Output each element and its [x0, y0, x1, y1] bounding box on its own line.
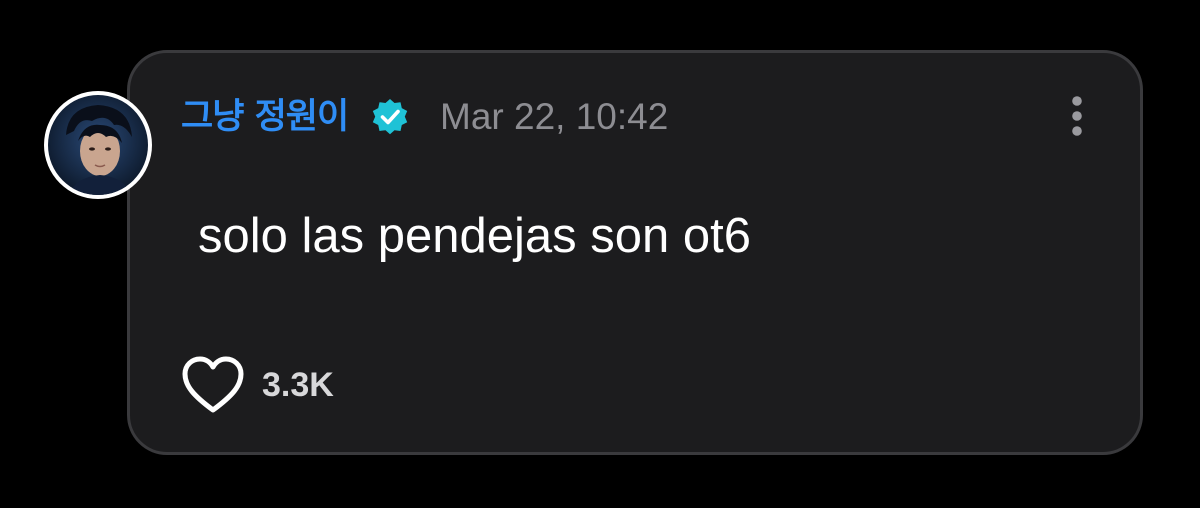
like-count: 3.3K: [262, 366, 334, 404]
screen: 그냥 정원이 Mar 22, 10:42 solo las pendejas s…: [0, 0, 1200, 508]
avatar-image: [48, 95, 148, 195]
more-vertical-icon[interactable]: [1062, 94, 1092, 142]
avatar[interactable]: [44, 91, 152, 199]
comment-text: solo las pendejas son ot6: [198, 209, 751, 263]
username[interactable]: 그냥 정원이: [181, 95, 349, 139]
verified-badge-icon: [372, 99, 408, 135]
timestamp: Mar 22, 10:42: [440, 96, 669, 137]
heart-outline-icon[interactable]: [180, 354, 246, 416]
